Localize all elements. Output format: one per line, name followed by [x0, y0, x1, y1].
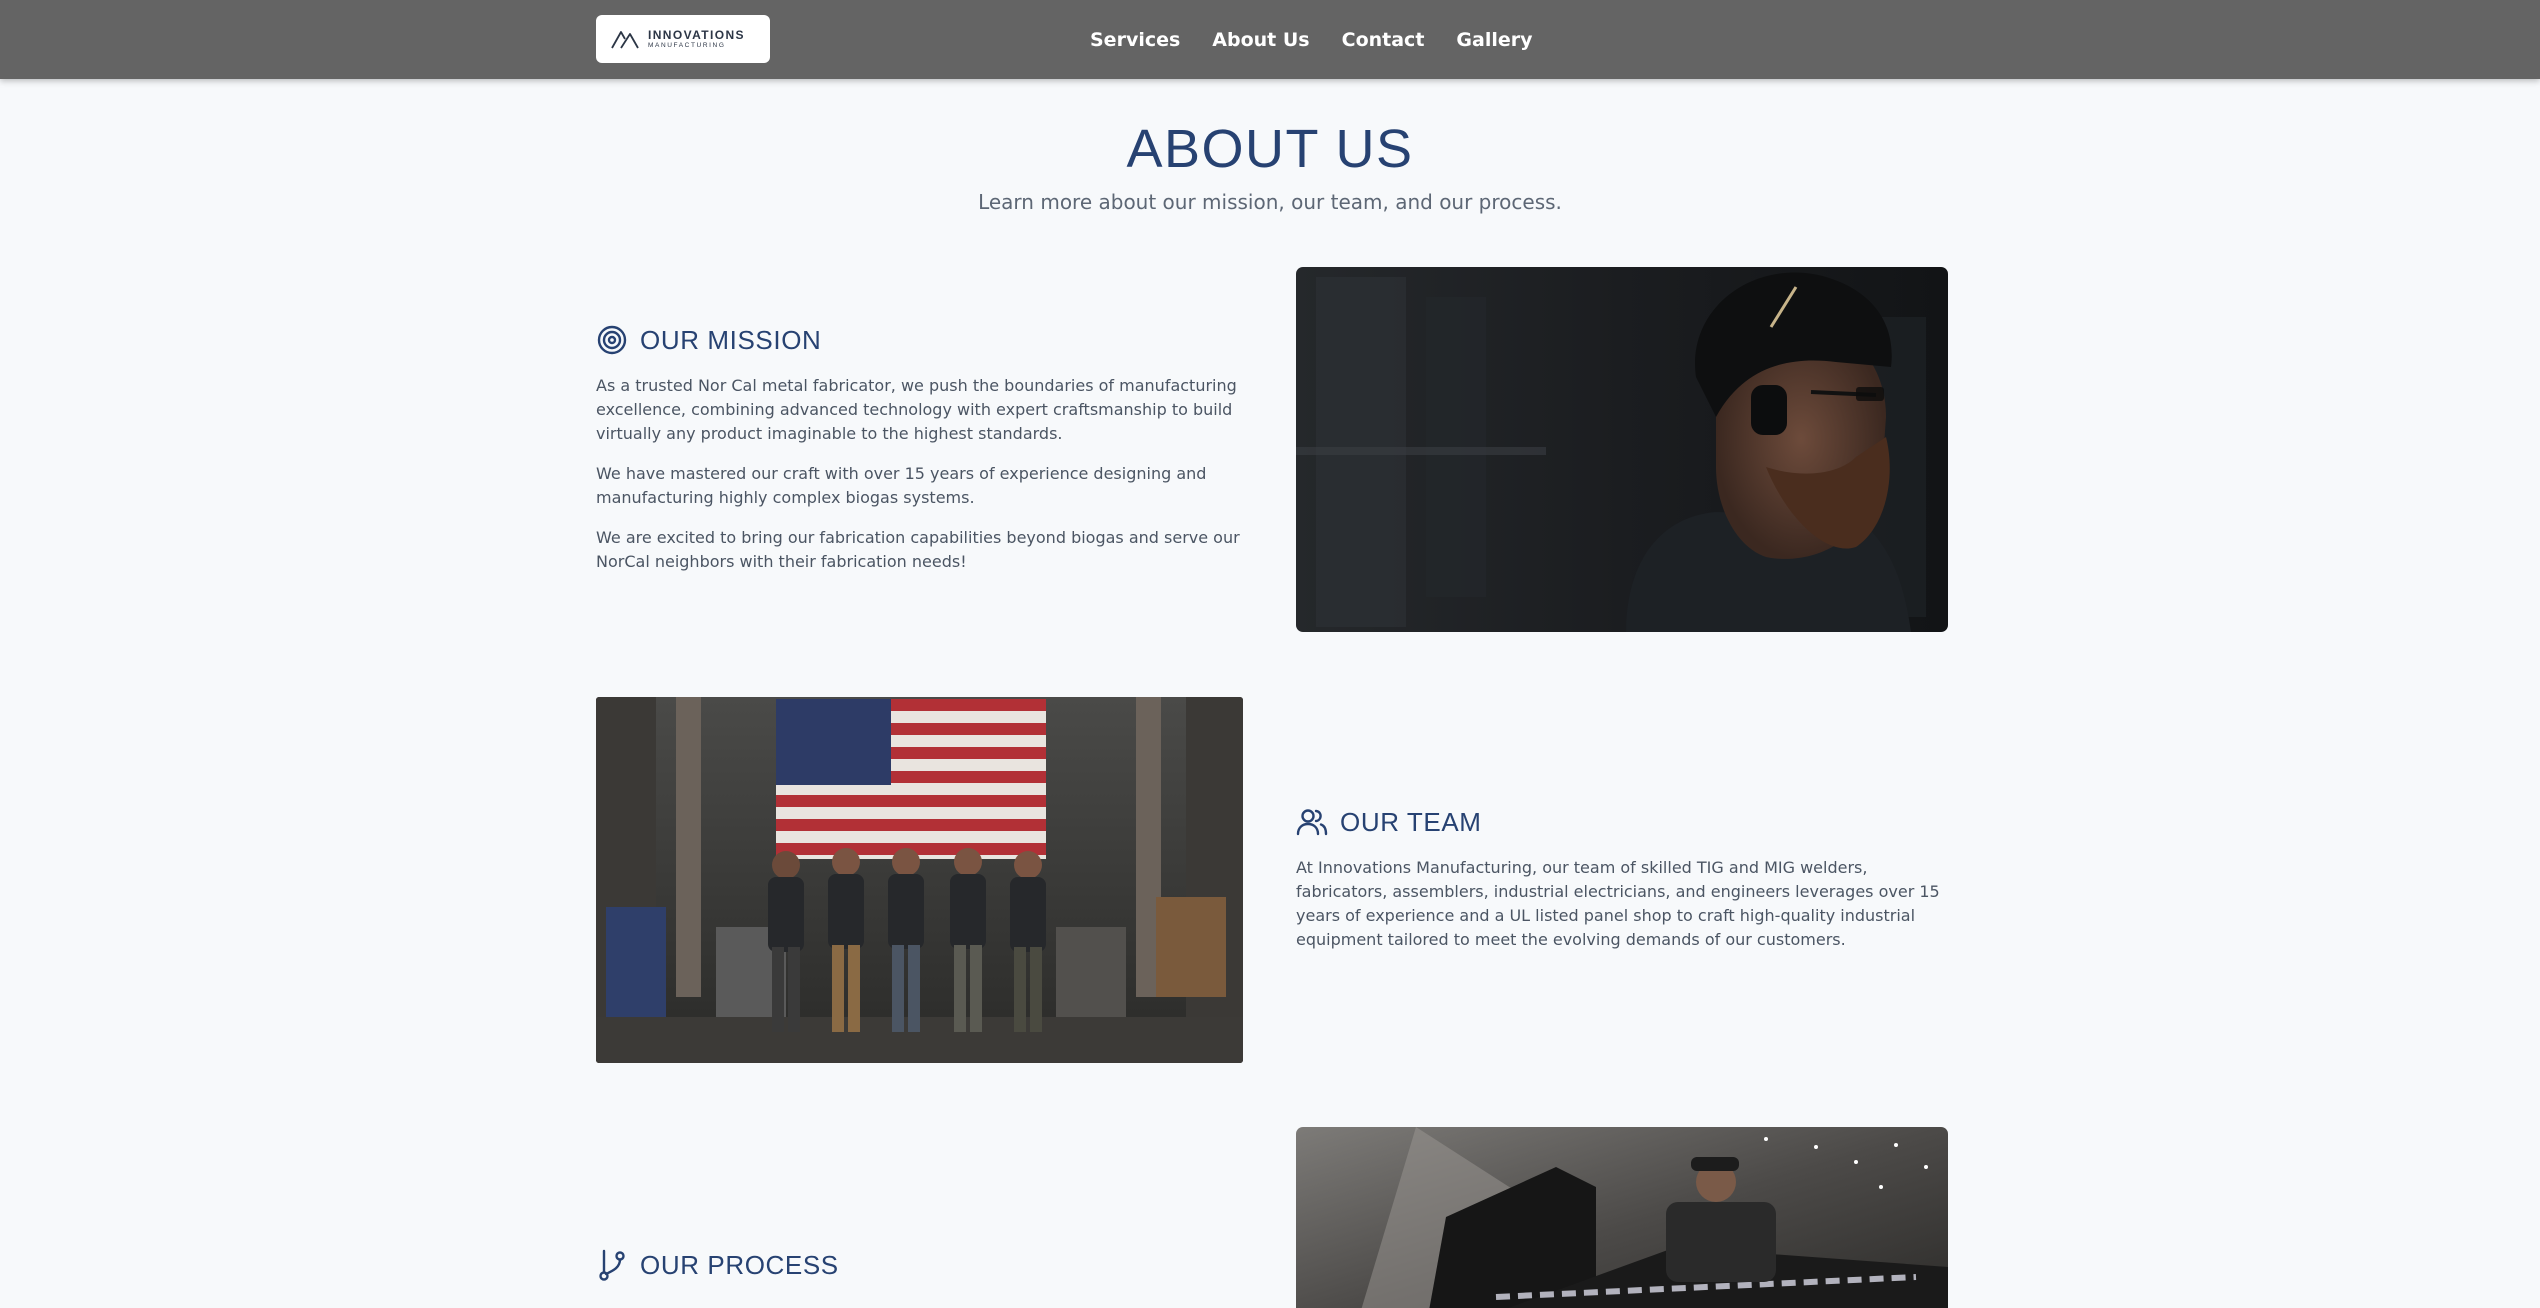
mountain-logo-icon [611, 31, 639, 49]
git-branch-icon [599, 1249, 625, 1281]
welder-portrait-illustration [1296, 267, 1948, 632]
main-nav: Services About Us Contact Gallery [1090, 0, 1533, 79]
welding-sparks-illustration [1296, 1127, 1948, 1308]
team-paragraph: At Innovations Manufacturing, our team o… [1296, 858, 1940, 949]
nav-link-contact[interactable]: Contact [1342, 29, 1425, 51]
mission-paragraph-2: We have mastered our craft with over 15 … [596, 464, 1207, 507]
brand-wordmark: INNOVATIONS MANUFACTURING [648, 29, 745, 50]
nav-link-gallery[interactable]: Gallery [1456, 29, 1532, 51]
users-icon [1296, 809, 1328, 836]
team-group-photo [596, 697, 1243, 1063]
nav-link-services[interactable]: Services [1090, 29, 1180, 51]
team-title: OUR TEAM [1340, 806, 1482, 837]
page-subtitle: Learn more about our mission, our team, … [978, 190, 1562, 214]
brand-subtitle: MANUFACTURING [648, 41, 726, 49]
process-title: OUR PROCESS [640, 1249, 839, 1280]
mission-paragraph-3: We are excited to bring our fabrication … [596, 528, 1240, 571]
page-title: ABOUT US [1126, 119, 1414, 179]
brand-name: INNOVATIONS [648, 27, 745, 42]
brand-logo[interactable]: INNOVATIONS MANUFACTURING [596, 15, 770, 63]
welding-sparks-photo [1296, 1127, 1948, 1308]
team-group-illustration [596, 697, 1243, 1063]
team-heading: OUR TEAM [1296, 806, 1482, 838]
nav-link-about[interactable]: About Us [1212, 29, 1309, 51]
mission-title: OUR MISSION [640, 324, 822, 355]
mission-heading: OUR MISSION [596, 324, 821, 356]
top-navigation-bar: INNOVATIONS MANUFACTURING Services About… [0, 0, 2540, 79]
american-flag-illustration [776, 699, 1046, 859]
process-heading: OUR PROCESS [596, 1249, 839, 1281]
mission-paragraph-1: As a trusted Nor Cal metal fabricator, w… [596, 376, 1237, 443]
target-icon [597, 325, 627, 355]
welder-portrait-photo [1296, 267, 1948, 632]
